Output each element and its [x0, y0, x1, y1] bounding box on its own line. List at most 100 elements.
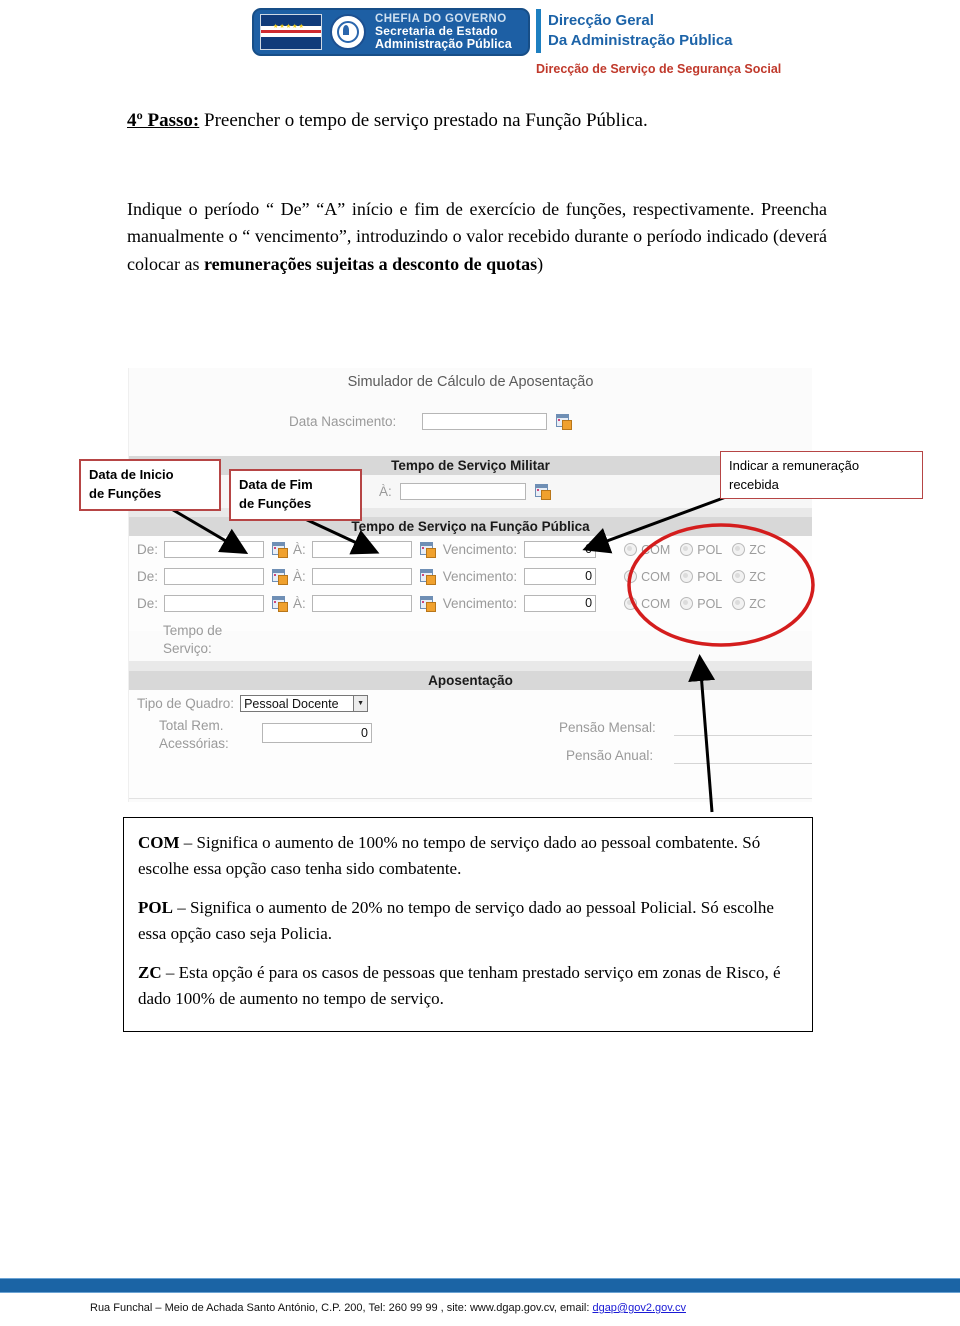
logo-line-2: Secretaria de Estado: [375, 24, 498, 39]
radio-pol[interactable]: [680, 543, 694, 556]
options-legend-box: COM – Significa o aumento de 100% no tem…: [123, 817, 813, 1032]
callout-start-date-line2: de Funções: [89, 485, 162, 501]
pensao-anual-label: Pensão Anual:: [566, 748, 654, 763]
legend-com-label: COM: [138, 833, 180, 852]
radio-pol[interactable]: [680, 570, 694, 583]
total-rem-label-line1: Total Rem.: [159, 718, 224, 733]
radio-zc[interactable]: [732, 597, 746, 610]
directorate-title: Direcção Geral Da Administração Pública: [548, 11, 733, 52]
step-label: 4º Passo:: [127, 110, 200, 131]
quadro-select[interactable]: Pessoal Docente ▼: [240, 695, 369, 712]
radio-zc[interactable]: [732, 543, 746, 556]
legend-com: COM – Significa o aumento de 100% no tem…: [138, 830, 798, 881]
radio-com-label: COM: [641, 569, 671, 584]
calendar-icon[interactable]: [419, 569, 436, 585]
to-date-input[interactable]: [311, 595, 412, 612]
radio-pol[interactable]: [680, 597, 694, 610]
callout-end-date-line2: de Funções: [239, 495, 312, 511]
from-label: De:: [137, 542, 159, 557]
footer-text: Rua Funchal – Meio de Achada Santo Antón…: [90, 1302, 890, 1314]
chevron-down-icon[interactable]: ▼: [353, 696, 368, 711]
from-date-input[interactable]: [164, 541, 265, 558]
footer-address: Rua Funchal – Meio de Achada Santo Antón…: [90, 1302, 593, 1314]
service-row: De: À: Vencimento: 0 COM POL ZC: [137, 595, 766, 612]
cape-verde-flag-icon: ★★★★★: [260, 14, 322, 50]
directorate-line-2: Da Administração Pública: [548, 32, 733, 50]
radio-zc[interactable]: [732, 570, 746, 583]
calendar-icon[interactable]: [272, 569, 289, 585]
footer-email-link[interactable]: dgap@gov2.gov.cv: [592, 1302, 686, 1314]
service-row: De: À: Vencimento: 0 COM POL ZC: [137, 541, 766, 558]
paragraph-bold: remunerações sujeitas a desconto de quot…: [203, 253, 538, 274]
salary-label: Vencimento:: [442, 542, 518, 557]
calendar-icon[interactable]: [272, 542, 289, 558]
service-subtitle: Direcção de Serviço de Segurança Social: [536, 62, 782, 76]
from-label: De:: [137, 569, 159, 584]
legend-zc-label: ZC: [138, 963, 162, 982]
legend-com-text: – Significa o aumento de 100% no tempo d…: [138, 833, 761, 878]
radio-pol-label: POL: [697, 569, 723, 584]
to-label: À:: [293, 596, 306, 611]
total-rem-label-line2: Acessórias:: [159, 736, 229, 752]
legend-pol-text: – Significa o aumento de 20% no tempo de…: [138, 898, 774, 943]
calendar-icon[interactable]: [556, 413, 573, 430]
to-date-input[interactable]: [311, 541, 412, 558]
callout-start-date-line1: Data de Inicio: [89, 467, 174, 482]
calendar-icon[interactable]: [272, 596, 289, 612]
quadro-selected-value: Pessoal Docente: [244, 696, 339, 711]
radio-zc-label: ZC: [749, 596, 766, 611]
radio-com-label: COM: [641, 596, 671, 611]
radio-com-label: COM: [641, 542, 671, 557]
radio-com[interactable]: [624, 597, 638, 610]
logo-text-block: CHEFIA DO GOVERNO Secretaria de Estado A…: [375, 13, 512, 51]
salary-input[interactable]: 0: [524, 568, 597, 585]
total-rem-input[interactable]: 0: [262, 723, 372, 743]
calendar-icon[interactable]: [419, 542, 436, 558]
callout-end-date-line1: Data de Fim: [239, 477, 313, 492]
salary-input[interactable]: 0: [524, 595, 597, 612]
legend-zc-text: – Esta opção é para os casos de pessoas …: [138, 963, 781, 1008]
to-date-input[interactable]: [311, 568, 412, 585]
service-time-label-line2: Serviço:: [163, 641, 212, 657]
pensao-mensal-value: [674, 720, 812, 736]
pensao-mensal-label: Pensão Mensal:: [559, 720, 656, 735]
salary-label: Vencimento:: [442, 569, 518, 584]
radio-com[interactable]: [624, 570, 638, 583]
simulator-title: Simulador de Cálculo de Aposentação: [347, 374, 594, 390]
military-to-input[interactable]: [399, 483, 526, 500]
step-heading: 4º Passo: Preencher o tempo de serviço p…: [127, 110, 827, 132]
legend-zc: ZC – Esta opção é para os casos de pesso…: [138, 960, 798, 1011]
government-seal-icon: [330, 14, 366, 50]
from-date-input[interactable]: [164, 595, 265, 612]
simulator-screenshot: Simulador de Cálculo de Aposentação Data…: [128, 368, 812, 802]
quadro-label: Tipo de Quadro:: [137, 696, 235, 711]
calendar-icon[interactable]: [534, 484, 551, 500]
radio-com[interactable]: [624, 543, 638, 556]
retirement-panel: Tipo de Quadro: Pessoal Docente ▼ Total …: [129, 690, 812, 799]
calendar-icon[interactable]: [419, 596, 436, 612]
radio-pol-label: POL: [697, 596, 723, 611]
service-row: De: À: Vencimento: 0 COM POL ZC: [137, 568, 766, 585]
salary-input[interactable]: 0: [524, 541, 597, 558]
step-text: Preencher o tempo de serviço prestado na…: [199, 110, 648, 131]
legend-pol-label: POL: [138, 898, 173, 917]
callout-remuneration: Indicar a remuneração recebida: [720, 451, 923, 499]
callout-end-date: Data de Fim de Funções: [229, 469, 362, 521]
birth-date-input[interactable]: [422, 412, 548, 430]
government-logo: ★★★★★ CHEFIA DO GOVERNO Secretaria de Es…: [252, 8, 530, 56]
paragraph-part-2: ): [537, 253, 544, 274]
radio-zc-label: ZC: [749, 569, 766, 584]
birth-date-label: Data Nascimento:: [289, 413, 397, 429]
callout-remuneration-line2: recebida: [729, 476, 779, 492]
military-to-label: À:: [379, 484, 392, 499]
retirement-band: Aposentação: [129, 671, 812, 690]
to-label: À:: [293, 542, 306, 557]
legend-pol: POL – Significa o aumento de 20% no temp…: [138, 895, 798, 946]
directorate-line-1: Direcção Geral: [548, 12, 654, 29]
pensao-anual-value: [674, 748, 812, 764]
birth-date-row: Data Nascimento:: [289, 408, 659, 434]
service-time-label-line1: Tempo de: [163, 623, 223, 638]
public-service-panel: De: À: Vencimento: 0 COM POL ZC De: À: V…: [129, 536, 812, 656]
header-divider: [536, 9, 541, 53]
from-date-input[interactable]: [164, 568, 265, 585]
